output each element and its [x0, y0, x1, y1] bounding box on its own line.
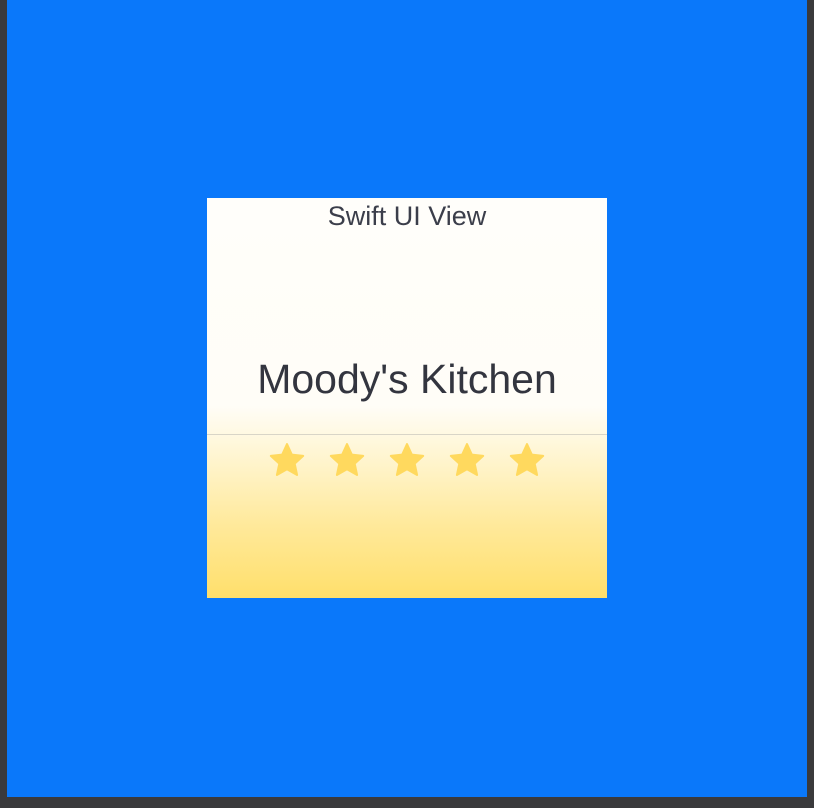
restaurant-name: Moody's Kitchen	[257, 356, 557, 402]
preview-canvas: Swift UI View Moody's Kitchen	[7, 0, 807, 797]
card-title: Swift UI View	[327, 201, 487, 231]
restaurant-card: Swift UI View Moody's Kitchen	[207, 198, 607, 598]
star-icon	[267, 441, 307, 481]
star-rating	[207, 441, 607, 481]
star-icon	[327, 441, 367, 481]
divider	[207, 434, 607, 435]
star-icon	[447, 441, 487, 481]
star-icon	[507, 441, 547, 481]
star-icon	[387, 441, 427, 481]
